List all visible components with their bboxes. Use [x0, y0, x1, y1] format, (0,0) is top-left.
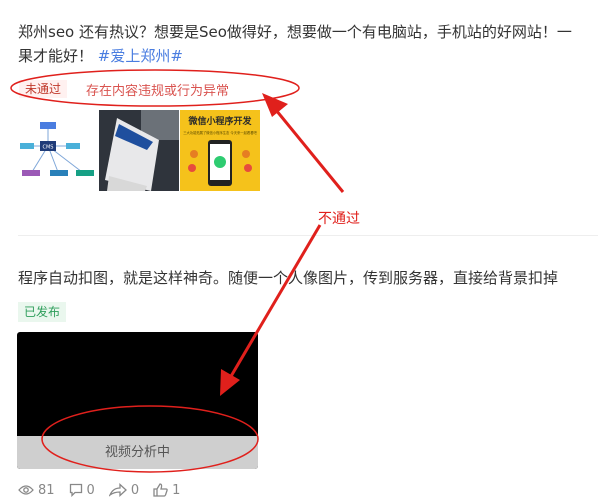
- post2-text: 程序自动扣图，就是这样神奇。随便一个人像图片，传到服务器，直接给背景扣掉: [18, 269, 559, 287]
- photo-thumbnail[interactable]: [99, 110, 179, 191]
- share-button[interactable]: 0: [108, 482, 140, 498]
- shares-count: 0: [130, 482, 140, 498]
- thumbs-up-icon: [153, 483, 168, 497]
- video-status: 视频分析中: [17, 436, 258, 469]
- annotation-arrow-up: [262, 93, 345, 193]
- status-badge-published: 已发布: [18, 302, 67, 322]
- annotation-label: 不通过: [318, 211, 360, 227]
- post1-text: 郑州seo 还有热议？想要是Seo做得好，想要做一个有电脑站，手机站的好网站！一…: [18, 20, 596, 68]
- promo-title: 微信小程序开发: [187, 115, 252, 127]
- post-divider: [18, 235, 598, 236]
- hashtag-link[interactable]: #爱上郑州#: [98, 47, 183, 65]
- eye-icon: [18, 485, 34, 495]
- promo-thumbnail[interactable]: 微信小程序开发 三大功能拓展了微信小程序生态 今天来一起看看吧: [180, 110, 260, 191]
- likes-count: 1: [172, 482, 181, 498]
- status-badge-rejected: 未通过: [19, 80, 68, 98]
- post1-text-line2: 果才能好！ #爱上郑州#: [18, 44, 596, 68]
- share-icon: [108, 483, 127, 497]
- rejection-reason: 存在内容违规或行为异常: [86, 84, 230, 99]
- views-count: 81: [38, 482, 55, 498]
- post1-text-line1: 郑州seo 还有热议？想要是Seo做得好，想要做一个有电脑站，手机站的好网站！一: [18, 23, 572, 41]
- diagram-center-label: CMS: [43, 145, 54, 151]
- promo-subtitle: 三大功能拓展了微信小程序生态 今天来一起看看吧: [183, 130, 257, 135]
- post1-text-suffix: 果才能好！: [18, 47, 94, 65]
- video-player[interactable]: 视频分析中: [17, 332, 258, 469]
- views-stat: 81: [18, 483, 55, 498]
- comments-count: 0: [86, 482, 95, 498]
- comment-icon: [69, 483, 82, 497]
- post-stats: 81 0 0 1: [18, 481, 194, 499]
- comments-button[interactable]: 0: [69, 483, 95, 498]
- diagram-thumbnail[interactable]: CMS: [18, 110, 98, 191]
- like-button[interactable]: 1: [153, 483, 180, 498]
